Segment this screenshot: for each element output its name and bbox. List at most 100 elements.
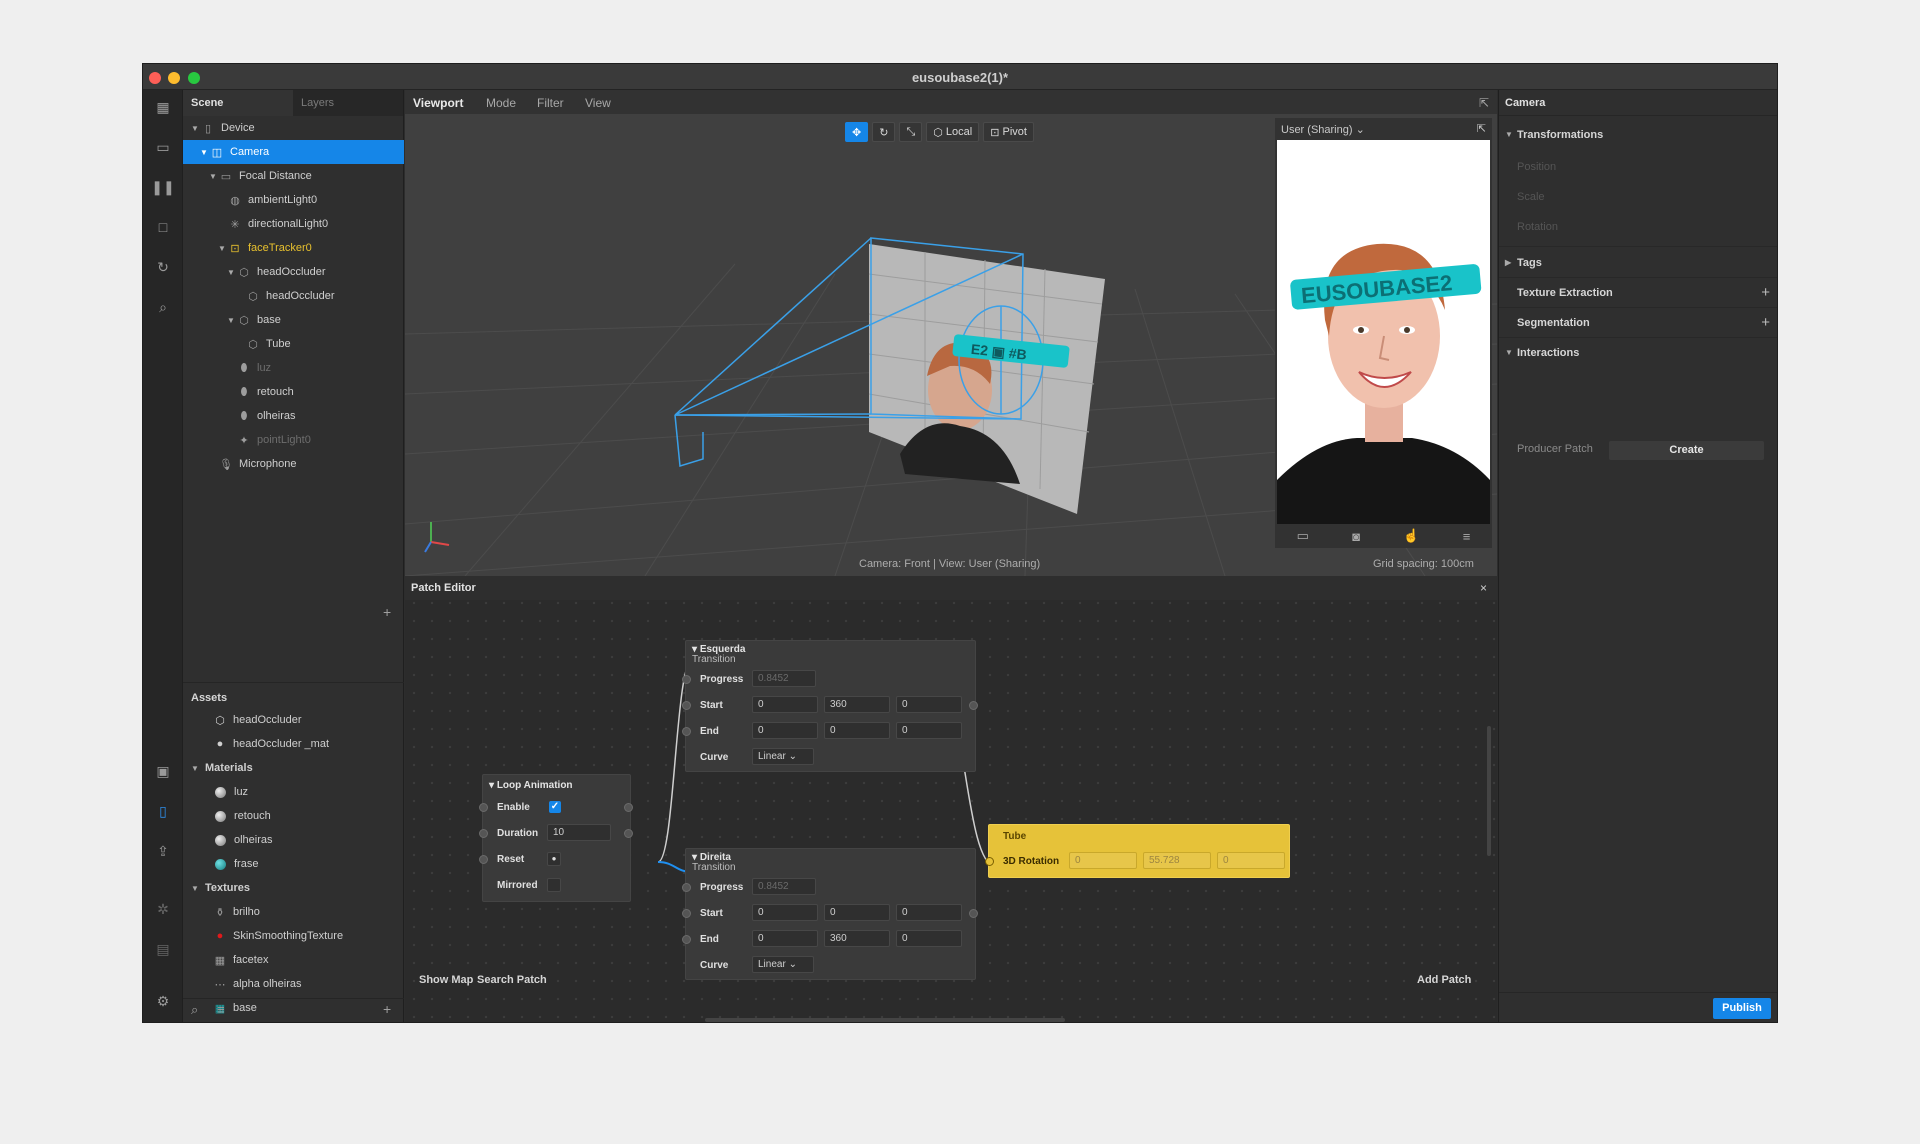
material-item[interactable]: luz <box>183 780 404 804</box>
add-asset-icon[interactable]: + <box>383 1001 391 1017</box>
scene-tree-item[interactable]: ⬡ Tube <box>183 332 404 356</box>
patch-editor[interactable]: Patch Editor × ▾ Esquerda Transition Prog… <box>405 576 1497 1022</box>
screenshot-icon[interactable]: ◙ <box>1352 529 1360 544</box>
refresh-icon[interactable]: ↻ <box>154 258 172 276</box>
scene-tree-item[interactable]: ▼ ⬡ headOccluder <box>183 260 404 284</box>
scene-tree-item[interactable]: ▼ ▭ Focal Distance <box>183 164 404 188</box>
progress-field[interactable]: 0.8452 <box>752 878 816 895</box>
asset-item[interactable]: ⬡ headOccluder <box>183 708 404 732</box>
texture-item[interactable]: ▦ facetex <box>183 948 404 972</box>
expand-toggle-icon[interactable]: ▼ <box>218 244 228 253</box>
end-z-field[interactable]: 0 <box>896 722 962 739</box>
expand-toggle-icon[interactable]: ▼ <box>209 172 219 181</box>
expand-toggle-icon[interactable]: ▼ <box>227 268 237 277</box>
tab-layers[interactable]: Layers <box>293 90 403 116</box>
input-port[interactable] <box>682 675 691 684</box>
textures-group[interactable]: ▼ Textures <box>183 876 404 900</box>
input-port[interactable] <box>682 727 691 736</box>
start-x-field[interactable]: 0 <box>752 696 818 713</box>
search-patch-button[interactable]: Search Patch <box>477 974 547 986</box>
tab-scene[interactable]: Scene <box>183 90 293 116</box>
end-z-field[interactable]: 0 <box>896 930 962 947</box>
create-button[interactable]: Create <box>1609 441 1764 460</box>
tab-mode[interactable]: Mode <box>486 96 516 110</box>
add-icon[interactable]: + <box>1761 314 1770 331</box>
vertical-scrollbar[interactable] <box>1487 726 1491 856</box>
progress-field[interactable]: 0.8452 <box>752 670 816 687</box>
material-item[interactable]: olheiras <box>183 828 404 852</box>
console-icon[interactable]: ▤ <box>154 940 172 958</box>
texture-item[interactable]: ⚱ brilho <box>183 900 404 924</box>
simulator-preview[interactable]: EUSOUBASE2 <box>1277 140 1490 524</box>
input-port[interactable] <box>682 909 691 918</box>
rotate-tool-button[interactable]: ↻ <box>872 122 896 142</box>
loop-animation-node[interactable]: ▾ Loop Animation Enable ✓ Duration 10 Rese… <box>479 774 633 902</box>
rotation-z-field[interactable]: 0 <box>1217 852 1285 869</box>
viewport[interactable]: Viewport Mode Filter View ⇱ E2 ▣ #B ✥ ↻ … <box>405 90 1497 576</box>
output-port[interactable] <box>624 803 633 812</box>
texture-extraction-section[interactable]: Texture Extraction + <box>1499 278 1777 308</box>
local-space-button[interactable]: ⬡ Local <box>926 122 980 142</box>
menu-icon[interactable]: ≡ <box>1463 529 1471 544</box>
scene-tree-item[interactable]: ▼ ⬡ base <box>183 308 404 332</box>
add-patch-button[interactable]: Add Patch <box>1417 974 1471 986</box>
end-y-field[interactable]: 360 <box>824 930 890 947</box>
material-item[interactable]: frase <box>183 852 404 876</box>
camera-switch-icon[interactable]: ▭ <box>1297 528 1309 544</box>
horizontal-scrollbar[interactable] <box>705 1018 1065 1022</box>
stop-icon[interactable]: □ <box>154 218 172 236</box>
pivot-button[interactable]: ⊡ Pivot <box>983 122 1034 142</box>
scale-tool-button[interactable]: ⤡ <box>899 122 923 142</box>
scene-tree-item[interactable]: ▼ ⊡ faceTracker0 <box>183 236 404 260</box>
end-x-field[interactable]: 0 <box>752 722 818 739</box>
layout-icon[interactable]: ▦ <box>154 98 172 116</box>
rotation-x-field[interactable]: 0 <box>1069 852 1137 869</box>
esquerda-transition-node[interactable]: ▾ Esquerda Transition Progress 0.8452 Star… <box>682 640 978 772</box>
output-port[interactable] <box>624 829 633 838</box>
mirrored-checkbox[interactable] <box>547 878 561 892</box>
device-test-icon[interactable]: ▯ <box>154 802 172 820</box>
start-x-field[interactable]: 0 <box>752 904 818 921</box>
tab-filter[interactable]: Filter <box>537 96 564 110</box>
start-z-field[interactable]: 0 <box>896 696 962 713</box>
scene-tree-item[interactable]: ⬮ luz <box>183 356 404 380</box>
input-port[interactable] <box>479 855 488 864</box>
start-y-field[interactable]: 0 <box>824 904 890 921</box>
curve-select[interactable]: Linear ⌄ <box>752 956 814 973</box>
output-port[interactable] <box>969 909 978 918</box>
texture-item[interactable]: ● SkinSmoothingTexture <box>183 924 404 948</box>
input-port[interactable] <box>682 935 691 944</box>
scene-tree-item[interactable]: ▼ ◫ Camera <box>183 140 404 164</box>
direita-transition-node[interactable]: ▾ Direita Transition Progress 0.8452 Start… <box>682 848 978 980</box>
segmentation-section[interactable]: Segmentation + <box>1499 308 1777 338</box>
input-port[interactable] <box>682 883 691 892</box>
touch-icon[interactable]: ☝ <box>1403 528 1419 544</box>
material-item[interactable]: retouch <box>183 804 404 828</box>
texture-item[interactable]: ⋯ alpha olheiras <box>183 972 404 996</box>
upload-icon[interactable]: ⇪ <box>154 842 172 860</box>
rotation-y-field[interactable]: 55.728 <box>1143 852 1211 869</box>
scene-tree-item[interactable]: ⬡ headOccluder <box>183 284 404 308</box>
end-y-field[interactable]: 0 <box>824 722 890 739</box>
materials-group[interactable]: ▼ Materials <box>183 756 404 780</box>
start-z-field[interactable]: 0 <box>896 904 962 921</box>
tube-node[interactable]: Tube 3D Rotation 0 55.728 0 <box>985 824 1290 878</box>
bug-icon[interactable]: ✲ <box>154 900 172 918</box>
expand-toggle-icon[interactable]: ▼ <box>191 124 201 133</box>
search-icon[interactable]: ⌕ <box>154 298 172 316</box>
tab-viewport[interactable]: Viewport <box>413 96 463 110</box>
video-icon[interactable]: ▭ <box>154 138 172 156</box>
tags-section[interactable]: ▶ Tags <box>1499 248 1777 278</box>
add-object-icon[interactable]: + <box>383 604 391 620</box>
duration-field[interactable]: 10 <box>547 824 611 841</box>
expand-toggle-icon[interactable]: ▼ <box>200 148 210 157</box>
popout-icon[interactable]: ⇱ <box>1477 122 1486 135</box>
popout-icon[interactable]: ⇱ <box>1479 96 1489 110</box>
scene-tree-item[interactable]: ✳ directionalLight0 <box>183 212 404 236</box>
input-port[interactable] <box>479 829 488 838</box>
start-y-field[interactable]: 360 <box>824 696 890 713</box>
publish-button[interactable]: Publish <box>1713 998 1771 1019</box>
add-icon[interactable]: + <box>1761 284 1770 301</box>
scene-tree-item[interactable]: ◍ ambientLight0 <box>183 188 404 212</box>
scene-tree-item[interactable]: ⬮ retouch <box>183 380 404 404</box>
